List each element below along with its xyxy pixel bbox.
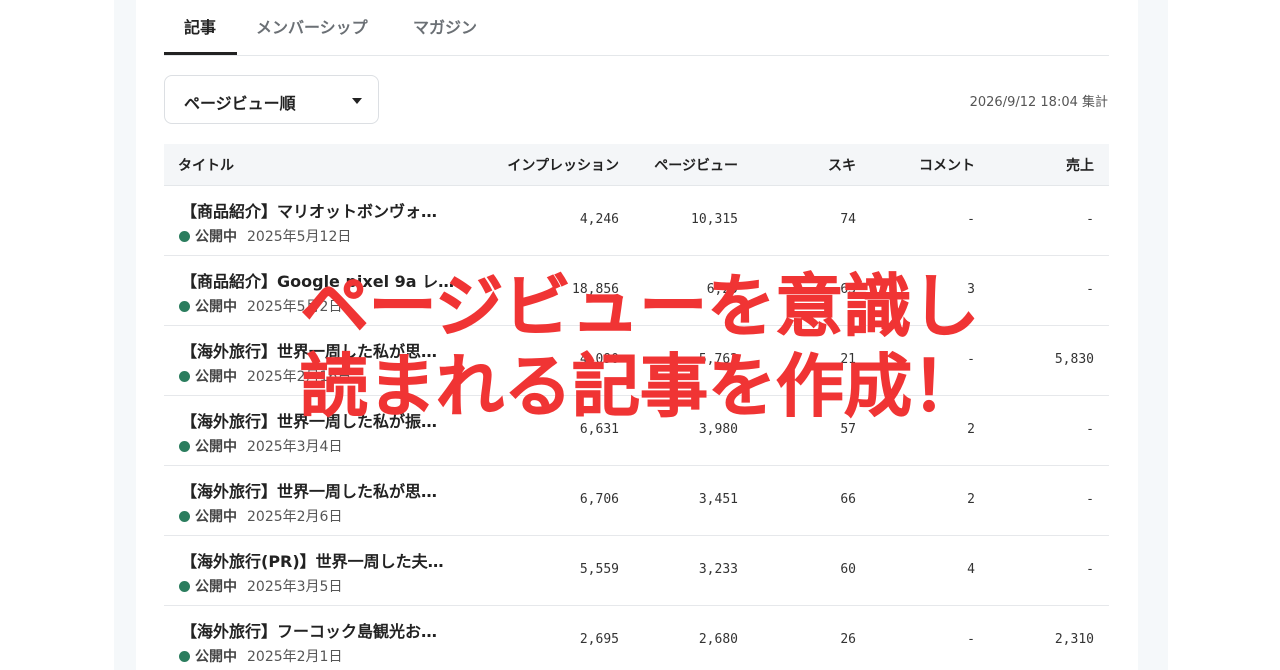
tab-membership[interactable]: メンバーシップ (256, 14, 368, 56)
column-header-likes[interactable]: スキ (828, 155, 856, 175)
status-label: 公開中 (195, 579, 237, 595)
cell-impressions: 6,631 (579, 422, 619, 437)
article-title[interactable]: 【海外旅行】世界一周した私が振… (181, 408, 437, 432)
cell-comments: - (967, 352, 975, 367)
cell-sales: 2,310 (1054, 632, 1094, 647)
cell-impressions: 18,856 (572, 282, 619, 297)
article-title[interactable]: 【海外旅行】世界一周した私が思… (181, 478, 437, 502)
article-status: 公開中 2025年2月16日 (179, 366, 351, 386)
cell-sales: - (1086, 562, 1094, 577)
cell-sales: - (1086, 422, 1094, 437)
cell-pageviews: 6,29 (706, 282, 738, 297)
cell-impressions: 4,246 (579, 212, 619, 227)
table-row[interactable]: 【海外旅行(PR)】世界一周した夫… 公開中 2025年3月5日 5,559 3,233… (164, 536, 1109, 606)
published-dot-icon (179, 301, 190, 312)
status-label: 公開中 (195, 369, 237, 385)
table-header: タイトル インプレッション ページビュー スキ コメント 売上 (164, 144, 1109, 186)
article-status: 公開中 2025年2月1日 (179, 646, 342, 666)
article-status: 公開中 2025年3月5日 (179, 576, 342, 596)
status-label: 公開中 (195, 649, 237, 665)
cell-sales: - (1086, 212, 1094, 227)
cell-likes: 57 (840, 422, 856, 437)
article-title[interactable]: 【商品紹介】マリオットボンヴォ… (181, 198, 437, 222)
cell-comments: - (967, 212, 975, 227)
cell-likes: 26 (840, 632, 856, 647)
right-gutter (1138, 0, 1168, 670)
article-status: 公開中 2025年5月2日 (179, 296, 342, 316)
cell-comments: 3 (967, 282, 975, 297)
article-title[interactable]: 【商品紹介】Google pixel 9a レ… (181, 268, 454, 292)
cell-pageviews: 2,680 (698, 632, 738, 647)
cell-likes: 63 (840, 282, 856, 297)
cell-comments: 2 (967, 422, 975, 437)
status-label: 公開中 (195, 439, 237, 455)
cell-pageviews: 3,980 (698, 422, 738, 437)
caret-down-icon (352, 98, 362, 104)
tab-bar: 記事 メンバーシップ マガジン (164, 0, 1109, 56)
cell-likes: 66 (840, 492, 856, 507)
table-row[interactable]: 【海外旅行】世界一周した私が振… 公開中 2025年3月4日 6,631 3,980 57… (164, 396, 1109, 466)
cell-pageviews: 3,233 (698, 562, 738, 577)
publish-date: 2025年3月4日 (247, 439, 343, 455)
table-row[interactable]: 【海外旅行】世界一周した私が思… 公開中 2025年2月6日 6,706 3,451 66… (164, 466, 1109, 536)
article-title[interactable]: 【海外旅行(PR)】世界一周した夫… (181, 548, 444, 572)
cell-impressions: 5,559 (579, 562, 619, 577)
cell-impressions: 2,695 (579, 632, 619, 647)
cell-sales: 5,830 (1054, 352, 1094, 367)
status-label: 公開中 (195, 509, 237, 525)
cell-pageviews: 3,451 (698, 492, 738, 507)
published-dot-icon (179, 441, 190, 452)
article-title[interactable]: 【海外旅行】フーコック島観光お… (181, 618, 437, 642)
table-row[interactable]: 【商品紹介】マリオットボンヴォ… 公開中 2025年5月12日 4,246 10,315… (164, 186, 1109, 256)
cell-likes: 74 (840, 212, 856, 227)
column-header-impressions[interactable]: インプレッション (507, 155, 619, 175)
cell-sales: - (1086, 282, 1094, 297)
sort-dropdown-label: ページビュー順 (184, 94, 296, 113)
column-header-title: タイトル (178, 158, 234, 174)
publish-date: 2025年3月5日 (247, 579, 343, 595)
publish-date: 2025年5月2日 (247, 299, 343, 315)
sort-dropdown[interactable]: ページビュー順 (164, 75, 379, 124)
column-header-sales[interactable]: 売上 (1066, 155, 1094, 175)
status-label: 公開中 (195, 229, 237, 245)
table-row[interactable]: 【商品紹介】Google pixel 9a レ… 公開中 2025年5月2日 18,8… (164, 256, 1109, 326)
left-gutter (114, 0, 136, 670)
published-dot-icon (179, 371, 190, 382)
aggregation-timestamp: 2026/9/12 18:04 集計 (969, 95, 1108, 110)
cell-impressions: 6,706 (579, 492, 619, 507)
status-label: 公開中 (195, 299, 237, 315)
article-status: 公開中 2025年2月6日 (179, 506, 342, 526)
publish-date: 2025年5月12日 (247, 229, 352, 245)
active-tab-indicator (164, 52, 237, 55)
cell-comments: 2 (967, 492, 975, 507)
published-dot-icon (179, 651, 190, 662)
tab-magazine[interactable]: マガジン (413, 14, 477, 56)
cell-comments: 4 (967, 562, 975, 577)
cell-pageviews: 10,315 (691, 212, 738, 227)
published-dot-icon (179, 581, 190, 592)
cell-comments: - (967, 632, 975, 647)
article-title[interactable]: 【海外旅行】世界一周した私が思… (181, 338, 437, 362)
table-row[interactable]: 【海外旅行】世界一周した私が思… 公開中 2025年2月16日 4,090 5,762 2… (164, 326, 1109, 396)
column-header-pageviews[interactable]: ページビュー (654, 155, 738, 175)
published-dot-icon (179, 231, 190, 242)
cell-impressions: 4,090 (579, 352, 619, 367)
published-dot-icon (179, 511, 190, 522)
article-status: 公開中 2025年3月4日 (179, 436, 342, 456)
cell-pageviews: 5,762 (698, 352, 738, 367)
table-row[interactable]: 【海外旅行】フーコック島観光お… 公開中 2025年2月1日 2,695 2,680 26… (164, 606, 1109, 670)
cell-sales: - (1086, 492, 1094, 507)
column-header-comments[interactable]: コメント (919, 155, 975, 175)
cell-likes: 21 (840, 352, 856, 367)
publish-date: 2025年2月16日 (247, 369, 352, 385)
tab-articles[interactable]: 記事 (184, 14, 216, 56)
publish-date: 2025年2月6日 (247, 509, 343, 525)
article-status: 公開中 2025年5月12日 (179, 226, 351, 246)
publish-date: 2025年2月1日 (247, 649, 343, 665)
cell-likes: 60 (840, 562, 856, 577)
